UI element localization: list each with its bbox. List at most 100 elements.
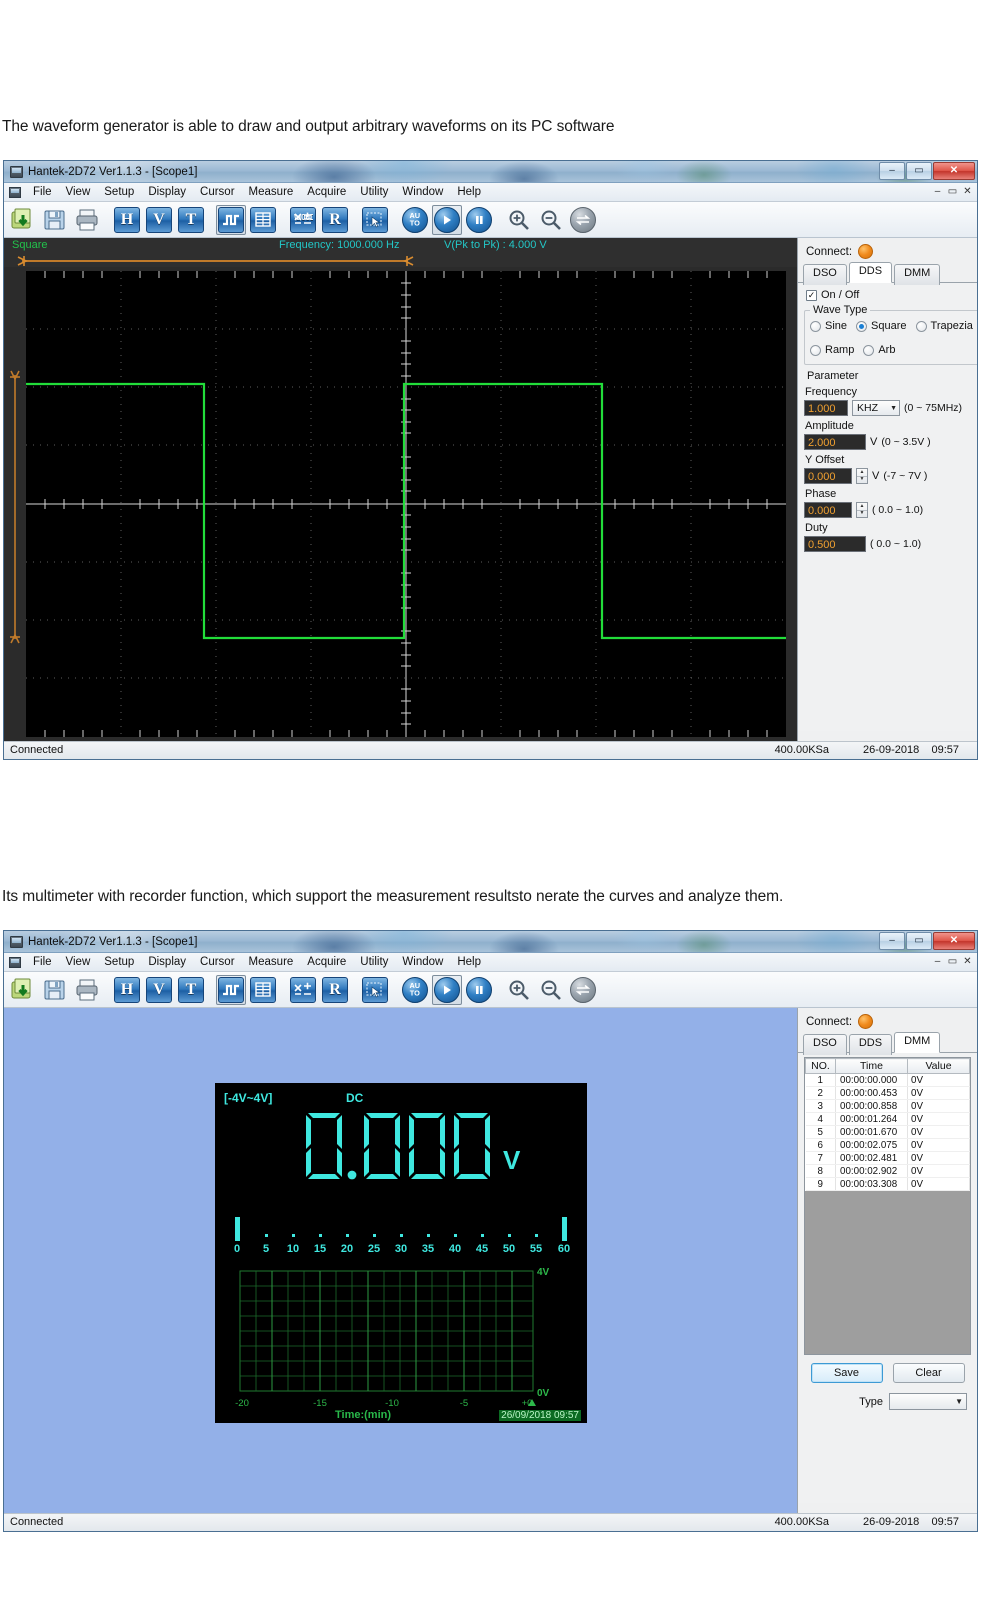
dmm-trigger-button[interactable]: T [176, 975, 206, 1005]
dmm-horizontal-button[interactable]: H [112, 975, 142, 1005]
table-row[interactable]: 6 00:00:02.075 0V [805, 1138, 970, 1152]
spin-down-icon[interactable]: ▼ [857, 477, 867, 484]
amplitude-input[interactable]: 2.000 [804, 434, 866, 450]
menu-acquire[interactable]: Acquire [300, 185, 353, 199]
measure-button[interactable] [248, 205, 278, 235]
dmm-recorder-graph[interactable]: 4V 0V -20 -15 -10 -5 +0 [215, 1263, 587, 1413]
dmm-menu-acquire[interactable]: Acquire [300, 955, 353, 969]
pause-button[interactable] [464, 205, 494, 235]
menu-cursor[interactable]: Cursor [193, 185, 242, 199]
dmm-cursor-button[interactable] [360, 975, 390, 1005]
menu-help[interactable]: Help [450, 185, 488, 199]
save-records-button[interactable]: Save [810, 1363, 883, 1383]
table-row[interactable]: 4 00:00:01.264 0V [805, 1112, 970, 1126]
duty-input[interactable]: 0.500 [804, 536, 866, 552]
reference-button[interactable]: R [320, 205, 350, 235]
menu-utility[interactable]: Utility [353, 185, 395, 199]
dmm-save-button[interactable] [40, 975, 70, 1005]
dmm-math-button[interactable] [288, 975, 318, 1005]
column-header-value[interactable]: Value [907, 1058, 970, 1074]
menu-setup[interactable]: Setup [97, 185, 141, 199]
close-button[interactable]: ✕ [933, 162, 975, 180]
dmm-menu-help[interactable]: Help [450, 955, 488, 969]
dmm-menu-display[interactable]: Display [141, 955, 193, 969]
dmm-reference-button[interactable]: R [320, 975, 350, 1005]
tab-dmm[interactable]: DMM [894, 264, 941, 285]
radio-square[interactable] [856, 320, 868, 332]
radio-trapezia[interactable] [915, 320, 927, 332]
dmm-open-button[interactable] [8, 975, 38, 1005]
dmm-zoom-out-button[interactable] [536, 975, 566, 1005]
dmm-tab-dmm[interactable]: DMM [894, 1032, 941, 1053]
dmm-menu-view[interactable]: View [59, 955, 98, 969]
mdi-restore-button[interactable]: ▭ [946, 185, 959, 198]
tab-dds[interactable]: DDS [848, 262, 893, 283]
frequency-input[interactable]: 1.000 [804, 400, 848, 416]
clear-records-button[interactable]: Clear [892, 1363, 965, 1383]
column-header-no[interactable]: NO. [805, 1058, 836, 1074]
frequency-unit-combo[interactable]: KHZ ▼ [852, 400, 900, 416]
table-row[interactable]: 5 00:00:01.670 0V [805, 1125, 970, 1139]
dmm-menu-file[interactable]: File [26, 955, 59, 969]
menu-file[interactable]: File [26, 185, 59, 199]
dmm-menu-window[interactable]: Window [395, 955, 450, 969]
dmm-print-button[interactable] [72, 975, 102, 1005]
zoom-out-button[interactable] [536, 205, 566, 235]
radio-sine[interactable] [810, 320, 821, 332]
mdi-close-button[interactable]: ✕ [961, 185, 974, 198]
phase-input[interactable]: 0.000 [804, 502, 852, 518]
table-row[interactable]: 8 00:00:02.902 0V [805, 1164, 970, 1178]
vertical-button[interactable]: V [144, 205, 174, 235]
menu-window[interactable]: Window [395, 185, 450, 199]
y-offset-input[interactable]: 0.000 [804, 468, 852, 484]
table-row[interactable]: 7 00:00:02.481 0V [805, 1151, 970, 1165]
zoom-in-button[interactable] [504, 205, 534, 235]
math-button[interactable]: \u00D7 [288, 205, 318, 235]
dmm-vertical-button[interactable]: V [144, 975, 174, 1005]
scope-grid[interactable] [4, 267, 797, 741]
run-button[interactable] [432, 204, 462, 235]
on-off-checkbox[interactable]: ✓ [806, 289, 817, 301]
dmm-autoset-button[interactable]: AU TO [400, 975, 430, 1005]
open-button[interactable] [8, 205, 38, 235]
dmm-zoom-in-button[interactable] [504, 975, 534, 1005]
table-row[interactable]: 1 00:00:00.000 0V [805, 1073, 970, 1087]
y-offset-spinner[interactable]: ▲ ▼ [856, 468, 868, 484]
dmm-menu-measure[interactable]: Measure [242, 955, 301, 969]
waveform-button[interactable] [216, 204, 246, 235]
type-combo[interactable]: ▼ [889, 1393, 967, 1410]
dmm-waveform-button[interactable] [216, 974, 246, 1005]
time-position-ruler[interactable] [4, 255, 797, 267]
dmm-measure-button[interactable] [248, 975, 278, 1005]
cursor-button[interactable] [360, 205, 390, 235]
menu-view[interactable]: View [59, 185, 98, 199]
on-off-checkbox-row[interactable]: ✓ On / Off [806, 289, 971, 301]
dmm-close-button[interactable]: ✕ [933, 932, 975, 950]
dmm-menu-setup[interactable]: Setup [97, 955, 141, 969]
print-button[interactable] [72, 205, 102, 235]
menu-measure[interactable]: Measure [242, 185, 301, 199]
refresh-button[interactable] [568, 205, 598, 235]
horizontal-button[interactable]: H [112, 205, 142, 235]
dmm-mdi-minimize-button[interactable]: – [931, 955, 944, 968]
dmm-mdi-close-button[interactable]: ✕ [961, 955, 974, 968]
phase-spinner[interactable]: ▲ ▼ [856, 502, 868, 518]
dmm-menu-utility[interactable]: Utility [353, 955, 395, 969]
menu-display[interactable]: Display [141, 185, 193, 199]
phase-spin-down-icon[interactable]: ▼ [857, 511, 867, 518]
tab-dso[interactable]: DSO [803, 264, 847, 285]
maximize-button[interactable]: ▭ [906, 162, 932, 180]
minimize-button[interactable]: – [879, 162, 905, 180]
radio-arb[interactable] [863, 344, 875, 356]
record-table-container[interactable]: NO. Time Value 1 00:00:00.000 0V 2 00:00… [804, 1057, 971, 1355]
table-row[interactable]: 2 00:00:00.453 0V [805, 1086, 970, 1100]
dmm-run-button[interactable] [432, 974, 462, 1005]
dmm-mdi-restore-button[interactable]: ▭ [946, 955, 959, 968]
column-header-time[interactable]: Time [835, 1058, 908, 1074]
trigger-button[interactable]: T [176, 205, 206, 235]
table-row[interactable]: 9 00:00:03.308 0V [805, 1177, 970, 1191]
table-row[interactable]: 3 00:00:00.858 0V [805, 1099, 970, 1113]
dmm-pause-button[interactable] [464, 975, 494, 1005]
dmm-tab-dso[interactable]: DSO [803, 1034, 847, 1055]
dmm-minimize-button[interactable]: – [879, 932, 905, 950]
